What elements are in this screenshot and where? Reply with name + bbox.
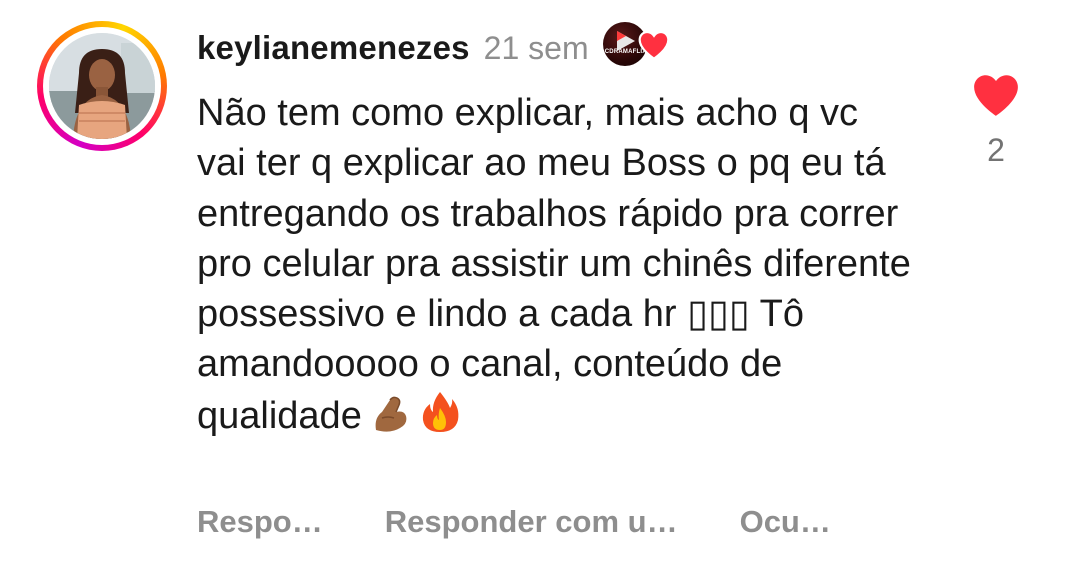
comment-time: 21 sem	[483, 29, 589, 66]
creator-heart-icon	[638, 30, 670, 60]
pinched-fingers-icon	[368, 390, 412, 434]
avatar-story-ring[interactable]	[37, 21, 167, 151]
comment-body: Não tem como explicar, mais acho q vc va…	[197, 88, 917, 441]
avatar-photo	[49, 33, 155, 139]
reply-button[interactable]: Respo…	[197, 504, 323, 540]
fire-icon	[418, 390, 462, 434]
username[interactable]: keylianemenezes	[197, 29, 470, 67]
hide-button[interactable]: Ocu…	[740, 504, 831, 540]
heart-icon[interactable]	[971, 72, 1021, 118]
comment-text: Não tem como explicar, mais acho q vc va…	[197, 92, 911, 437]
comment-actions: Respo… Responder com u… Ocu…	[197, 500, 831, 544]
like-count: 2	[987, 132, 1005, 168]
reply-with-button[interactable]: Responder com u…	[385, 504, 678, 540]
avatar[interactable]	[49, 33, 155, 139]
like-control: 2	[970, 72, 1022, 169]
comment-header: keylianemenezes 21 sem CDRAMAFLIX	[197, 22, 673, 68]
creator-liked-badge: CDRAMAFLIX	[602, 22, 673, 70]
